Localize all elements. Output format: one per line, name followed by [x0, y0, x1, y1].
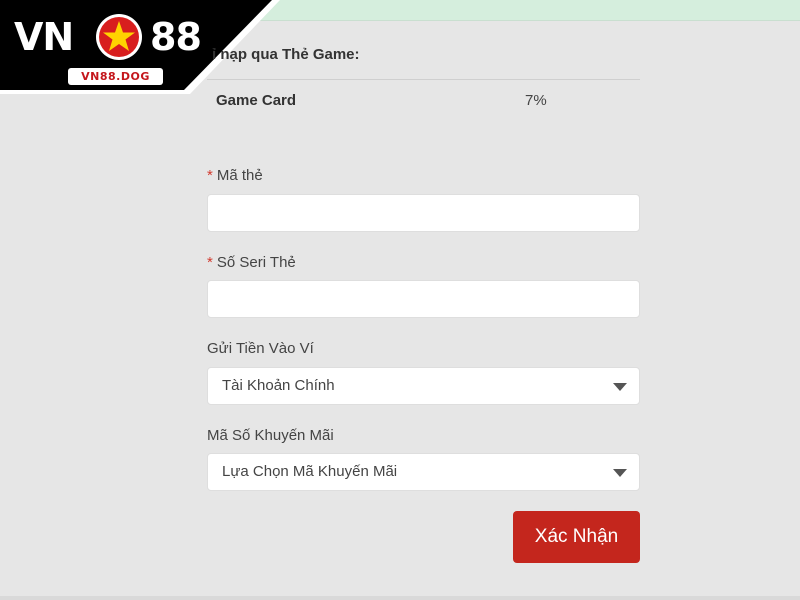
logo-text-88: 88 — [150, 15, 202, 59]
required-mark: * — [207, 167, 213, 184]
wallet-select[interactable]: Tài Khoản Chính — [207, 367, 640, 405]
promo-label: Mã Số Khuyến Mãi — [207, 427, 334, 444]
rate-divider — [207, 79, 640, 80]
promo-select[interactable]: Lựa Chọn Mã Khuyến Mãi — [207, 453, 640, 491]
logo-text-vn: VN — [14, 15, 74, 59]
logo-star-icon — [94, 12, 144, 62]
card-code-label: * Mã thẻ — [207, 167, 263, 184]
logo-domain-badge: VN88.DOG — [68, 68, 163, 85]
card-code-label-text: Mã thẻ — [216, 167, 263, 184]
card-code-input[interactable] — [207, 194, 640, 232]
rate-row-value: 7% — [525, 92, 547, 109]
promo-selected-value: Lựa Chọn Mã Khuyến Mãi — [222, 463, 398, 480]
bottom-border — [0, 596, 800, 600]
card-serial-label-text: Số Seri Thẻ — [216, 254, 296, 271]
card-serial-label: * Số Seri Thẻ — [207, 254, 296, 271]
chevron-down-icon — [613, 469, 627, 477]
rate-section-title: ỉ nạp qua Thẻ Game: — [212, 46, 360, 63]
submit-button[interactable]: Xác Nhận — [513, 511, 640, 563]
chevron-down-icon — [613, 383, 627, 391]
wallet-selected-value: Tài Khoản Chính — [222, 377, 335, 394]
required-mark: * — [207, 254, 213, 271]
rate-row-name: Game Card — [216, 92, 297, 109]
card-serial-input[interactable] — [207, 280, 640, 318]
wallet-label: Gửi Tiền Vào Ví — [207, 340, 314, 357]
